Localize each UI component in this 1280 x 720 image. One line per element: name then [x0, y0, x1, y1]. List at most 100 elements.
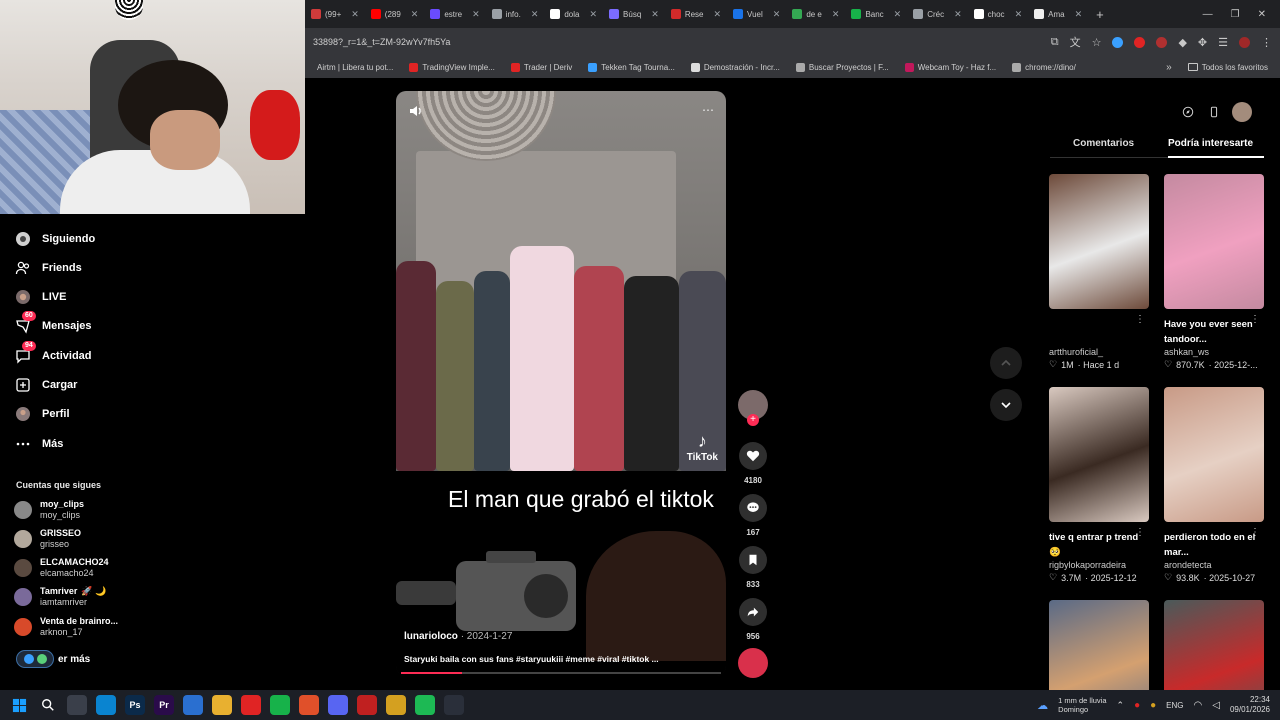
install-app-icon[interactable]: ⧉: [1051, 36, 1059, 49]
author-avatar-button[interactable]: +: [737, 390, 769, 426]
see-more-button[interactable]: er más: [16, 650, 90, 668]
menu-kebab-icon[interactable]: ⋮: [1261, 36, 1272, 49]
tab-close-icon[interactable]: ✕: [472, 9, 480, 20]
browser-tab[interactable]: de e ✕: [786, 0, 845, 28]
translate-icon[interactable]: 文: [1070, 34, 1081, 50]
video-player[interactable]: ⋯ ♪ TikTok El man que grabó el tiktok lu…: [396, 91, 726, 676]
recommended-video-card[interactable]: ⋮ artthuroficial_ ♡ 1M · Hace 1 d: [1049, 174, 1149, 370]
comment-button[interactable]: 167: [737, 494, 769, 537]
nav-item-more[interactable]: Más: [14, 435, 63, 453]
follow-plus-icon[interactable]: +: [747, 414, 759, 426]
video-thumbnail[interactable]: [1049, 387, 1149, 522]
github-icon[interactable]: [444, 695, 464, 715]
opera-icon[interactable]: [357, 695, 377, 715]
browser-tab[interactable]: (99+ ✕: [305, 0, 365, 28]
bookmark-item[interactable]: Webcam Toy - Haz f...: [897, 62, 1004, 72]
save-button[interactable]: 833: [737, 546, 769, 589]
bookmark-item[interactable]: Tekken Tag Tourna...: [580, 62, 683, 72]
deriv-icon[interactable]: [241, 695, 261, 715]
tab-close-icon[interactable]: ✕: [351, 9, 359, 20]
browser-tab[interactable]: Ama ✕: [1028, 0, 1088, 28]
bookmarks-overflow-button[interactable]: »: [1158, 62, 1180, 73]
followed-account[interactable]: moy_clips moy_clips: [14, 499, 84, 521]
extension-icon[interactable]: ◆: [1178, 36, 1186, 49]
sound-icon[interactable]: [408, 103, 424, 119]
nav-item-following[interactable]: Siguiendo: [14, 230, 95, 248]
followed-account[interactable]: GRISSEO grisseo: [14, 528, 81, 550]
video-thumbnail[interactable]: [1049, 174, 1149, 309]
browser-tab[interactable]: estre ✕: [424, 0, 485, 28]
search-icon[interactable]: [38, 695, 58, 715]
extension-icon[interactable]: [1134, 36, 1146, 48]
restore-icon[interactable]: ❐: [1231, 9, 1240, 20]
chrome-icon[interactable]: [386, 695, 406, 715]
tray-chevron-icon[interactable]: ⌃: [1117, 700, 1125, 711]
minimize-icon[interactable]: —: [1203, 9, 1213, 20]
tab-close-icon[interactable]: ✕: [411, 9, 419, 20]
share-button[interactable]: 956: [737, 598, 769, 641]
tray-app-icon[interactable]: ●: [1134, 700, 1140, 711]
bookmark-item[interactable]: Demostración - Incr...: [683, 62, 788, 72]
like-button[interactable]: 4180: [737, 442, 769, 485]
video-thumbnail[interactable]: [1164, 387, 1264, 522]
nav-item-profile[interactable]: Perfil: [14, 405, 70, 423]
discord-icon[interactable]: [328, 695, 348, 715]
tab-close-icon[interactable]: ✕: [954, 9, 962, 20]
weather-widget[interactable]: 1 mm de lluvia Domingo: [1058, 696, 1106, 714]
video-more-icon[interactable]: ⋯: [702, 103, 714, 117]
xbox-icon[interactable]: [270, 695, 290, 715]
spotify-icon[interactable]: [415, 695, 435, 715]
tab-close-icon[interactable]: ✕: [651, 9, 659, 20]
video-progress-bar[interactable]: [401, 672, 721, 674]
nav-item-activity[interactable]: 94 Actividad: [14, 341, 92, 365]
clock[interactable]: 22:34 09/01/2026: [1230, 695, 1270, 715]
browser-tab[interactable]: info. ✕: [486, 0, 545, 28]
card-menu-icon[interactable]: ⋮: [1250, 527, 1260, 538]
recommended-video-card[interactable]: ⋮ tive q entrar p trend 🥺 rigbylokaporrade…: [1049, 387, 1149, 583]
nav-item-friends[interactable]: Friends: [14, 259, 82, 277]
card-author[interactable]: ashkan_ws: [1164, 347, 1264, 357]
brave-icon[interactable]: [299, 695, 319, 715]
tab-close-icon[interactable]: ✕: [531, 9, 539, 20]
compass-icon[interactable]: [1180, 104, 1196, 120]
card-menu-icon[interactable]: ⋮: [1135, 314, 1145, 325]
nav-item-messages[interactable]: 60 Mensajes: [14, 311, 92, 335]
bookmark-item[interactable]: TradingView Imple...: [401, 62, 502, 72]
browser-tab[interactable]: Búsq ✕: [603, 0, 665, 28]
music-disc-button[interactable]: [737, 648, 769, 678]
reading-list-icon[interactable]: ☰: [1218, 36, 1228, 49]
tray-app-icon[interactable]: ●: [1150, 700, 1156, 711]
volume-icon[interactable]: ◁: [1212, 700, 1220, 711]
user-avatar[interactable]: [1232, 102, 1252, 122]
tab-close-icon[interactable]: ✕: [714, 9, 722, 20]
premiere-icon[interactable]: Pr: [154, 695, 174, 715]
followed-account[interactable]: Venta de brainro... arknon_17: [14, 616, 118, 638]
phone-icon[interactable]: [1206, 104, 1222, 120]
card-author[interactable]: artthuroficial_: [1049, 347, 1149, 357]
bookmark-item[interactable]: Trader | Deriv: [503, 62, 580, 72]
followed-account[interactable]: Tamriver 🚀 🌙 iamtamriver: [14, 586, 106, 608]
windows-icon[interactable]: [9, 695, 29, 715]
store-icon[interactable]: [183, 695, 203, 715]
tab-recommended[interactable]: Podría interesarte: [1168, 138, 1253, 149]
browser-tab[interactable]: Banc ✕: [845, 0, 907, 28]
card-author[interactable]: rigbylokaporradeira: [1049, 560, 1149, 570]
video-author[interactable]: lunarioloco: [404, 631, 458, 642]
weather-icon[interactable]: ☁: [1037, 699, 1048, 712]
card-menu-icon[interactable]: ⋮: [1250, 314, 1260, 325]
browser-tab[interactable]: (289 ✕: [365, 0, 425, 28]
next-video-button[interactable]: [990, 389, 1022, 421]
extensions-puzzle-icon[interactable]: ✥: [1198, 36, 1207, 49]
previous-video-button[interactable]: [990, 347, 1022, 379]
extension-icon[interactable]: [1156, 36, 1168, 48]
tab-close-icon[interactable]: ✕: [589, 9, 597, 20]
language-indicator[interactable]: ENG: [1166, 701, 1183, 710]
bookmark-star-icon[interactable]: ☆: [1092, 36, 1102, 49]
nav-item-live[interactable]: LIVE: [14, 288, 66, 306]
tab-close-icon[interactable]: ✕: [773, 9, 781, 20]
browser-tab[interactable]: choc ✕: [968, 0, 1028, 28]
video-description[interactable]: Staryuki baila con sus fans #staryuukiii…: [404, 654, 659, 664]
browser-tab[interactable]: Vuel ✕: [727, 0, 786, 28]
folder-icon[interactable]: [212, 695, 232, 715]
profile-avatar-icon[interactable]: [1239, 36, 1250, 48]
